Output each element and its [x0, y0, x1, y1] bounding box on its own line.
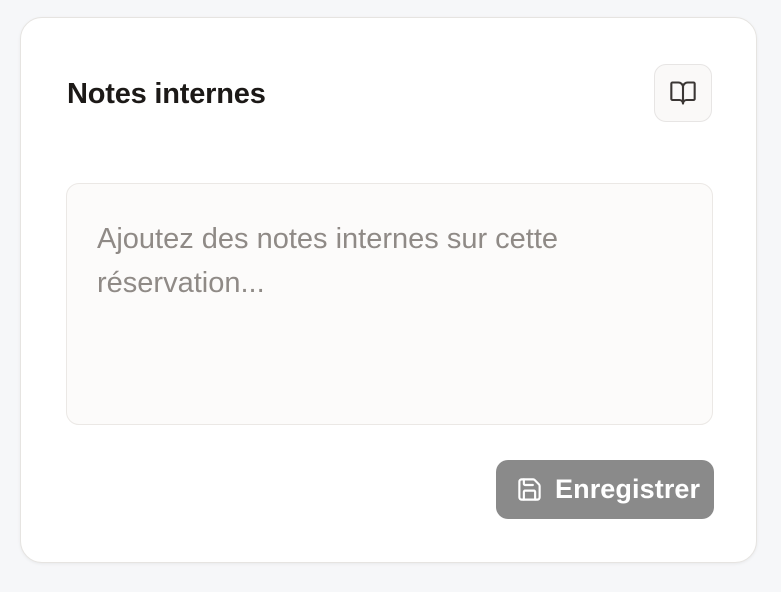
save-button[interactable]: Enregistrer	[496, 460, 714, 519]
notes-textarea[interactable]	[67, 184, 712, 424]
card-title: Notes internes	[67, 78, 266, 110]
save-button-label: Enregistrer	[555, 474, 701, 504]
book-open-icon	[669, 79, 697, 107]
notes-field-container	[66, 183, 713, 425]
internal-notes-card: Notes internes Enregistrer	[20, 17, 757, 563]
save-icon	[516, 476, 543, 503]
guide-button[interactable]	[654, 64, 712, 122]
